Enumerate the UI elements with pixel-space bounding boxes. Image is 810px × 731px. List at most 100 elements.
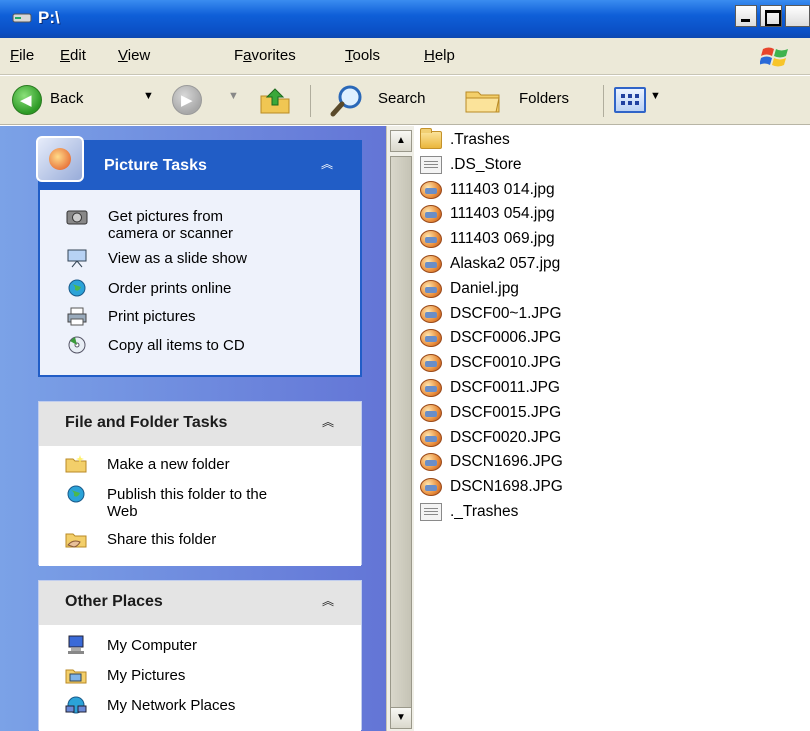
collapse-chevron-icon[interactable]: ︽ [317, 412, 339, 434]
minimize-button[interactable] [735, 5, 757, 27]
other-places-header[interactable]: Other Places ︽ [39, 581, 361, 625]
jpeg-image-icon [420, 205, 442, 224]
jpeg-image-icon [420, 230, 442, 249]
place-my-computer[interactable]: My Computer [107, 637, 197, 654]
menu-accel: V [118, 47, 128, 64]
file-folder-tasks-header[interactable]: File and Folder Tasks ︽ [39, 402, 361, 446]
task-pane-scrollbar[interactable]: ▲ ▼ [386, 126, 414, 731]
task-copy-to-cd[interactable]: Copy all items to CD [108, 337, 245, 354]
collapse-chevron-icon[interactable]: ︽ [317, 591, 339, 613]
task-make-new-folder[interactable]: Make a new folder [107, 456, 230, 473]
pictures-folder-icon [65, 669, 87, 684]
jpeg-image-icon [420, 478, 442, 497]
search-button-label[interactable]: Search [378, 90, 426, 107]
menu-edit[interactable]: Edit [60, 47, 86, 64]
menu-accel: H [424, 47, 435, 64]
file-folder-tasks-panel: File and Folder Tasks ︽ Make a new folde… [38, 401, 362, 566]
menu-help[interactable]: Help [424, 47, 455, 64]
file-name: DSCF0010.JPG [450, 354, 562, 372]
folders-button-label[interactable]: Folders [519, 90, 569, 107]
file-name: Alaska2 057.jpg [450, 255, 561, 272]
jpeg-image-icon [420, 453, 442, 472]
computer-icon [68, 635, 84, 654]
scroll-thumb[interactable] [390, 156, 412, 711]
toolbar-separator [603, 85, 604, 117]
menu-bar: File Edit View Favorites Tools Help [0, 38, 810, 75]
close-button[interactable] [785, 5, 810, 27]
generic-file-icon [420, 503, 442, 521]
explorer-window: P:\ File Edit View Favorites Tools Help … [0, 0, 810, 731]
new-folder-icon [65, 455, 87, 473]
jpeg-image-icon [420, 379, 442, 397]
menu-label: elp [434, 47, 455, 64]
file-name: .Trashes [450, 131, 510, 148]
file-name: DSCF0020.JPG [450, 428, 562, 446]
cd-icon [68, 336, 86, 354]
back-dropdown-icon[interactable]: ▼ [143, 90, 154, 102]
file-name: .DS_Store [450, 155, 522, 173]
scroll-down-arrow-icon[interactable]: ▼ [390, 707, 412, 729]
jpeg-image-icon [420, 329, 442, 348]
menu-accel: F [10, 47, 20, 64]
file-name: DSCF0006.JPG [450, 329, 562, 347]
menu-file[interactable]: File [10, 47, 34, 64]
jpeg-image-icon [420, 428, 442, 447]
place-my-pictures[interactable]: My Pictures [107, 667, 185, 684]
menu-accel: E [60, 47, 71, 64]
task-publish-folder[interactable]: Publish this folder to the Web [107, 486, 267, 520]
picture-tasks-body: Get pictures from camera or scanner View … [40, 190, 360, 375]
picture-tasks-icon [36, 136, 84, 182]
slideshow-icon [67, 249, 87, 268]
menu-tools[interactable]: Tools [345, 47, 380, 64]
share-folder-icon [65, 533, 87, 548]
menu-label: F [234, 47, 244, 64]
generic-file-icon [420, 155, 442, 174]
task-order-prints[interactable]: Order prints online [108, 280, 231, 297]
back-arrow-icon[interactable] [12, 85, 42, 115]
search-icon[interactable] [328, 84, 368, 118]
globe-icon [67, 485, 85, 503]
panel-title: File and Folder Tasks [65, 414, 228, 431]
forward-arrow-icon[interactable] [172, 85, 202, 115]
folders-icon[interactable] [463, 86, 503, 116]
jpeg-image-icon [420, 279, 442, 298]
task-print-pictures[interactable]: Print pictures [108, 308, 196, 325]
jpeg-image-icon [420, 304, 442, 323]
network-icon [65, 696, 87, 714]
back-button-label[interactable]: Back [50, 90, 83, 107]
up-folder-icon[interactable] [258, 84, 292, 116]
menu-label: dit [70, 47, 86, 64]
place-my-network-places[interactable]: My Network Places [107, 697, 235, 714]
file-name: Daniel.jpg [450, 279, 519, 297]
views-dropdown-icon[interactable]: ▼ [650, 90, 661, 102]
file-name: DSCF0015.JPG [450, 403, 562, 421]
forward-dropdown-icon[interactable]: ▼ [228, 90, 239, 102]
drive-icon [12, 13, 32, 23]
task-label: Publish this folder to the [107, 486, 268, 503]
jpeg-image-icon [420, 180, 442, 199]
file-name: 111403 054.jpg [450, 205, 555, 223]
task-label: Web [107, 503, 138, 520]
maximize-button[interactable] [760, 5, 782, 27]
file-name: ._Trashes [450, 503, 519, 520]
task-get-pictures[interactable]: Get pictures from camera or scanner [108, 208, 233, 242]
scroll-up-arrow-icon[interactable]: ▲ [390, 130, 412, 152]
task-view-slideshow[interactable]: View as a slide show [108, 250, 247, 267]
file-folder-tasks-body: Make a new folder Publish this folder to… [39, 446, 361, 566]
file-name: 111403 014.jpg [450, 180, 555, 198]
task-share-folder[interactable]: Share this folder [107, 531, 216, 548]
task-label: camera or scanner [108, 225, 234, 242]
picture-tasks-header[interactable]: Picture Tasks ︽ [36, 136, 360, 190]
file-name: DSCN1696.JPG [450, 453, 563, 471]
collapse-chevron-icon[interactable]: ︽ [316, 154, 338, 176]
menu-favorites[interactable]: Favorites [234, 47, 296, 64]
title-bar[interactable]: P:\ [0, 0, 810, 38]
menu-view[interactable]: View [118, 47, 150, 64]
views-icon[interactable] [614, 87, 646, 113]
file-list: .Trashes .DS_Store 111403 014.jpg 111403 05… [414, 126, 810, 731]
windows-logo-icon [760, 47, 788, 67]
file-name: DSCF00~1.JPG [450, 304, 562, 322]
toolbar-separator [310, 85, 311, 117]
task-pane: Picture Tasks ︽ Get pictures from camera … [0, 126, 386, 731]
menu-label: ile [19, 47, 35, 64]
